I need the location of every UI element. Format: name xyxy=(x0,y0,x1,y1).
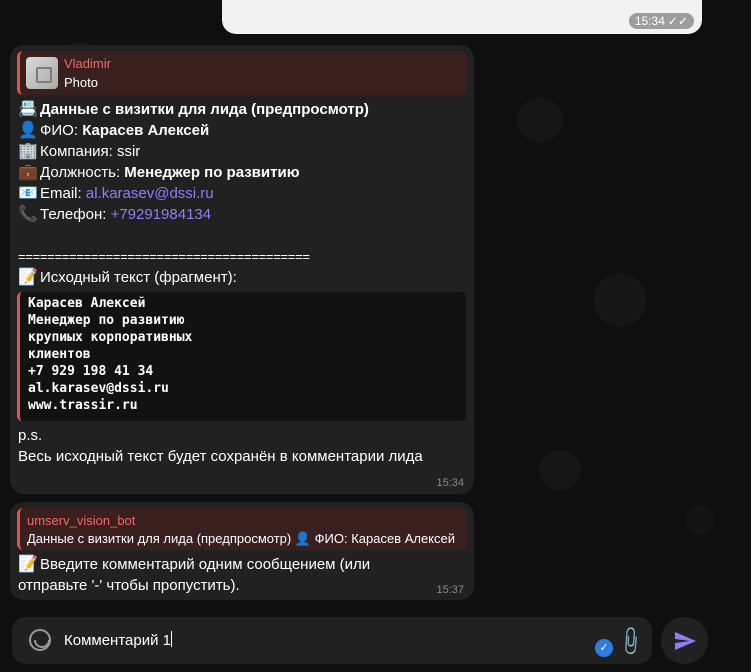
message-body: 📇 Данные с визитки для лида (предпросмот… xyxy=(18,99,369,288)
code-line: клиентов xyxy=(28,347,91,362)
bot-message-preview[interactable]: Vladimir Photo 📇 Данные с визитки для ли… xyxy=(10,45,474,494)
separator-line: ======================================== xyxy=(18,249,310,264)
reply-text: Photo xyxy=(64,75,98,90)
reply-author: Vladimir xyxy=(64,56,111,71)
message-composer[interactable]: Комментарий 1 ✓ 📎 xyxy=(12,617,652,664)
company-line: 🏢 Компания: ssir xyxy=(18,143,141,160)
person-icon: 👤 xyxy=(18,122,38,139)
emoji-icon[interactable] xyxy=(29,629,51,651)
code-line: +7 929 198 41 34 xyxy=(28,364,154,379)
message-body: 📝 Введите комментарий одним сообщением (… xyxy=(18,556,371,594)
code-line: www.trassir.ru xyxy=(28,398,138,413)
preview-header-line: 📇 Данные с визитки для лида (предпросмот… xyxy=(18,101,369,118)
code-line: крупиых корпоративных xyxy=(28,330,193,345)
code-line: Менеджер по развитию xyxy=(28,313,185,328)
spellcheck-badge-icon[interactable]: ✓ xyxy=(595,639,613,657)
code-line: Карасев Алексей xyxy=(28,296,146,311)
reply-quote[interactable]: umserv_vision_bot Данные с визитки для л… xyxy=(17,508,467,550)
outgoing-time: 15:34 ✓✓ xyxy=(628,13,694,29)
reply-quote[interactable]: Vladimir Photo xyxy=(17,51,467,95)
phone-line: 📞 Телефон: +79291984134 xyxy=(18,204,212,225)
building-icon: 🏢 xyxy=(18,143,38,160)
message-input[interactable]: Комментарий 1 xyxy=(64,631,172,649)
phone-icon: 📞 xyxy=(18,206,38,223)
send-button[interactable] xyxy=(661,617,708,664)
memo-icon: 📝 xyxy=(18,556,38,573)
read-checks-icon: ✓✓ xyxy=(667,14,688,28)
message-time: 15:37 xyxy=(436,584,464,596)
email-line: 📧 Email: al.karasev@dssi.ru xyxy=(18,183,214,204)
bot-message-prompt[interactable]: umserv_vision_bot Данные с визитки для л… xyxy=(10,502,474,600)
fio-line: 👤 ФИО: Карасев Алексей xyxy=(18,122,210,139)
text-caret xyxy=(171,631,172,647)
reply-author: umserv_vision_bot xyxy=(27,513,136,528)
source-header-line: 📝 Исходный текст (фрагмент): xyxy=(18,269,237,286)
photo-thumbnail xyxy=(26,57,58,89)
email-icon: 📧 xyxy=(18,185,38,202)
card-index-icon: 📇 xyxy=(18,101,38,118)
code-line: al.karasev@dssi.ru xyxy=(28,381,169,396)
email-link[interactable]: al.karasev@dssi.ru xyxy=(86,183,214,204)
memo-icon: 📝 xyxy=(18,269,38,286)
outgoing-message[interactable]: 15:34 ✓✓ xyxy=(222,0,702,34)
attach-icon[interactable]: 📎 xyxy=(613,624,648,659)
message-time: 15:34 xyxy=(436,477,464,489)
source-code-block[interactable]: Карасев Алексей Менеджер по развитию кру… xyxy=(17,292,466,421)
phone-link[interactable]: +79291984134 xyxy=(111,204,212,225)
send-icon xyxy=(675,632,696,650)
reply-text: Данные с визитки для лида (предпросмотр)… xyxy=(27,531,456,546)
ps-note: p.s. Весь исходный текст будет сохранён … xyxy=(18,427,423,465)
briefcase-icon: 💼 xyxy=(18,164,38,181)
position-line: 💼 Должность: Менеджер по развитию xyxy=(18,164,300,181)
